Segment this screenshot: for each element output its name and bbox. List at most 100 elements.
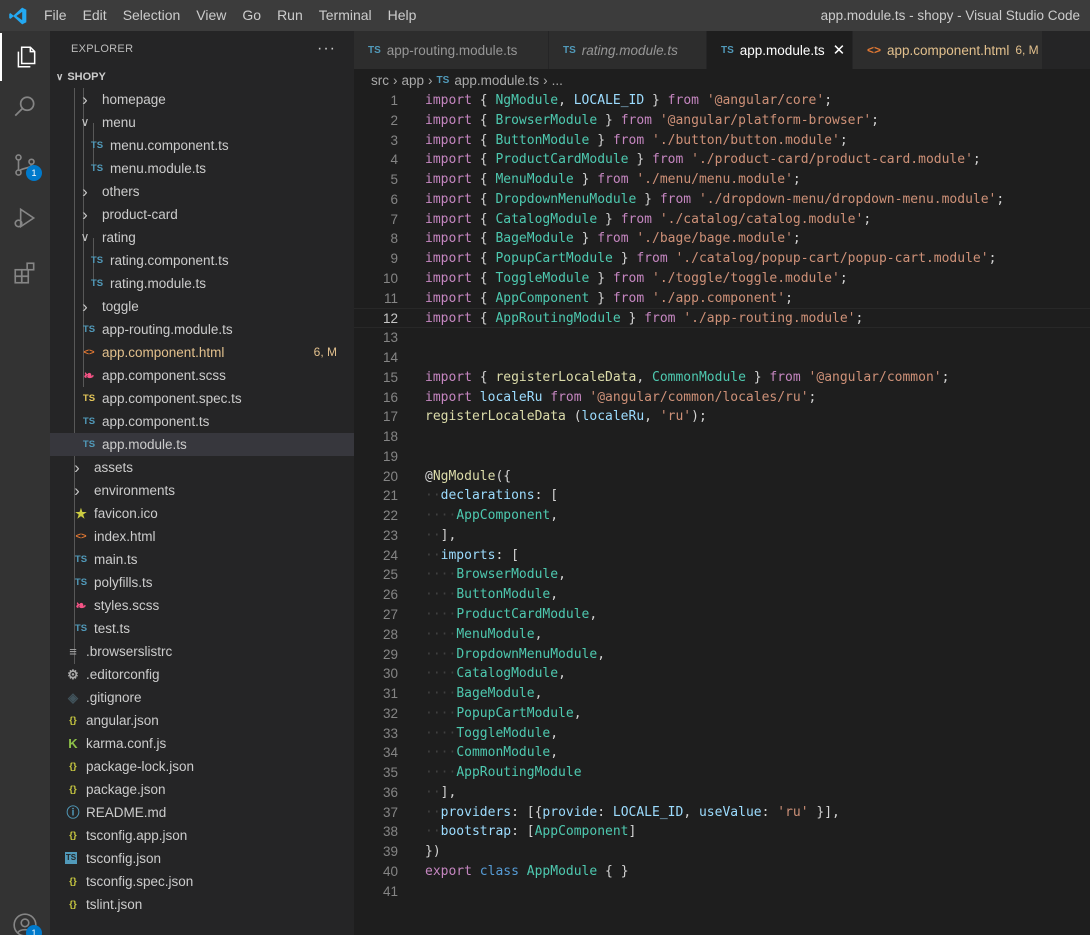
menu-go[interactable]: Go	[234, 0, 269, 31]
tree-item-environments[interactable]: › environments	[50, 479, 354, 502]
code-line[interactable]: 41	[354, 882, 1090, 902]
tree-item-tsconfig-json[interactable]: TS tsconfig.json	[50, 847, 354, 870]
breadcrumb-file[interactable]: app.module.ts	[454, 73, 539, 88]
tree-item-karma-conf-js[interactable]: Kkarma.conf.js	[50, 732, 354, 755]
code-line[interactable]: 10 import { ToggleModule } from './toggle…	[354, 269, 1090, 289]
code-line[interactable]: 27 ····ProductCardModule,	[354, 605, 1090, 625]
code-line[interactable]: 28 ····MenuModule,	[354, 625, 1090, 645]
tree-item-rating-module-ts[interactable]: TS rating.module.ts	[50, 272, 354, 295]
code-line[interactable]: 31 ····BageModule,	[354, 684, 1090, 704]
tree-item-tsconfig-app-json[interactable]: {} tsconfig.app.json	[50, 824, 354, 847]
tree-item-app-component-ts[interactable]: TS app.component.ts	[50, 410, 354, 433]
source-control-icon[interactable]: 1	[0, 141, 50, 189]
code-line[interactable]: 38 ··bootstrap: [AppComponent]	[354, 822, 1090, 842]
code-line[interactable]: 20 @NgModule({	[354, 467, 1090, 487]
code-line[interactable]: 29 ····DropdownMenuModule,	[354, 645, 1090, 665]
code-line[interactable]: 30 ····CatalogModule,	[354, 664, 1090, 684]
tree-item-app-routing-module-ts[interactable]: TS app-routing.module.ts	[50, 318, 354, 341]
explorer-icon[interactable]	[0, 33, 50, 81]
code-line[interactable]: 4 import { ProductCardModule } from './pr…	[354, 150, 1090, 170]
code-line[interactable]: 13	[354, 328, 1090, 348]
tree-item-styles-scss[interactable]: ❧ styles.scss	[50, 594, 354, 617]
tab-rating-module-ts[interactable]: TS rating.module.ts	[549, 31, 707, 69]
code-line[interactable]: 15 import { registerLocaleData, CommonMod…	[354, 368, 1090, 388]
menu-file[interactable]: File	[36, 0, 75, 31]
tab-app-routing-module-ts[interactable]: TS app-routing.module.ts	[354, 31, 549, 69]
code-line[interactable]: 23 ··],	[354, 526, 1090, 546]
code-line[interactable]: 16 import localeRu from '@angular/common/…	[354, 388, 1090, 408]
tab-app-module-ts[interactable]: TS app.module.ts ✕	[707, 31, 853, 69]
tree-item-readme-md[interactable]: ⓘ README.md	[50, 801, 354, 824]
tree-item-package-lock-json[interactable]: {} package-lock.json	[50, 755, 354, 778]
code-line[interactable]: 19	[354, 447, 1090, 467]
code-line[interactable]: 22 ····AppComponent,	[354, 506, 1090, 526]
menu-help[interactable]: Help	[380, 0, 425, 31]
code-line[interactable]: 33 ····ToggleModule,	[354, 724, 1090, 744]
more-actions-icon[interactable]: ···	[317, 40, 336, 58]
code-line[interactable]: 26 ····ButtonModule,	[354, 585, 1090, 605]
code-line[interactable]: 24 ··imports: [	[354, 546, 1090, 566]
breadcrumb-app[interactable]: app	[402, 73, 425, 88]
code-line[interactable]: 12 import { AppRoutingModule } from './ap…	[354, 308, 1090, 329]
run-debug-icon[interactable]	[0, 194, 50, 242]
code-line[interactable]: 34 ····CommonModule,	[354, 743, 1090, 763]
tree-item-app-module-ts[interactable]: TS app.module.ts	[50, 433, 354, 456]
breadcrumb-symbol[interactable]: ...	[552, 73, 563, 88]
tree-item-app-component-scss[interactable]: ❧ app.component.scss	[50, 364, 354, 387]
breadcrumb-src[interactable]: src	[371, 73, 389, 88]
vscode-logo-icon[interactable]	[0, 0, 36, 31]
menu-terminal[interactable]: Terminal	[311, 0, 380, 31]
menu-selection[interactable]: Selection	[115, 0, 189, 31]
tree-item-app-component-html[interactable]: <> app.component.html 6, M	[50, 341, 354, 364]
menu-edit[interactable]: Edit	[75, 0, 115, 31]
code-line[interactable]: 17 registerLocaleData (localeRu, 'ru');	[354, 407, 1090, 427]
workspace-section-header[interactable]: ∨ SHOPY	[50, 66, 354, 88]
tree-item-editorconfig[interactable]: ⚙ .editorconfig	[50, 663, 354, 686]
tree-item-favicon-ico[interactable]: ★ favicon.ico	[50, 502, 354, 525]
search-icon[interactable]	[0, 83, 50, 131]
tree-item-main-ts[interactable]: TS main.ts	[50, 548, 354, 571]
code-line[interactable]: 2 import { BrowserModule } from '@angular…	[354, 111, 1090, 131]
tree-item-rating-component-ts[interactable]: TS rating.component.ts	[50, 249, 354, 272]
code-line[interactable]: 3 import { ButtonModule } from './button/…	[354, 131, 1090, 151]
tree-item-tsconfig-spec-json[interactable]: {} tsconfig.spec.json	[50, 870, 354, 893]
code-line[interactable]: 40 export class AppModule { }	[354, 862, 1090, 882]
tree-item-package-json[interactable]: {} package.json	[50, 778, 354, 801]
tree-item-gitignore[interactable]: ◈ .gitignore	[50, 686, 354, 709]
code-line[interactable]: 6 import { DropdownMenuModule } from './d…	[354, 190, 1090, 210]
tree-item-homepage[interactable]: › homepage	[50, 88, 354, 111]
code-line[interactable]: 35 ····AppRoutingModule	[354, 763, 1090, 783]
tree-item-others[interactable]: › others	[50, 180, 354, 203]
menu-run[interactable]: Run	[269, 0, 311, 31]
code-line[interactable]: 25 ····BrowserModule,	[354, 565, 1090, 585]
tree-item-menu-module-ts[interactable]: TS menu.module.ts	[50, 157, 354, 180]
tree-item-menu[interactable]: ∨ menu	[50, 111, 354, 134]
code-editor[interactable]: 1 import { NgModule, LOCALE_ID } from '@a…	[354, 91, 1090, 935]
tree-item-polyfills-ts[interactable]: TS polyfills.ts	[50, 571, 354, 594]
code-line[interactable]: 36 ··],	[354, 783, 1090, 803]
code-line[interactable]: 8 import { BageModule } from './bage/bage…	[354, 229, 1090, 249]
tree-item-app-component-spec-ts[interactable]: TS app.component.spec.ts	[50, 387, 354, 410]
tree-item-test-ts[interactable]: TS test.ts	[50, 617, 354, 640]
tree-item-angular-json[interactable]: {} angular.json	[50, 709, 354, 732]
code-line[interactable]: 11 import { AppComponent } from './app.co…	[354, 289, 1090, 309]
tree-item-assets[interactable]: › assets	[50, 456, 354, 479]
tree-item-menu-component-ts[interactable]: TS menu.component.ts	[50, 134, 354, 157]
menu-view[interactable]: View	[188, 0, 234, 31]
tree-item-tslint-json[interactable]: {} tslint.json	[50, 893, 354, 916]
tree-item-index-html[interactable]: <> index.html	[50, 525, 354, 548]
code-line[interactable]: 37 ··providers: [{provide: LOCALE_ID, use…	[354, 803, 1090, 823]
tab-app-component-html[interactable]: <> app.component.html 6, M	[853, 31, 1043, 69]
tree-item-browserslistrc[interactable]: ≡ .browserslistrc	[50, 640, 354, 663]
code-line[interactable]: 18	[354, 427, 1090, 447]
code-line[interactable]: 21 ··declarations: [	[354, 486, 1090, 506]
code-line[interactable]: 14	[354, 348, 1090, 368]
code-line[interactable]: 5 import { MenuModule } from './menu/menu…	[354, 170, 1090, 190]
account-icon[interactable]: 1	[0, 901, 50, 935]
code-line[interactable]: 39})	[354, 842, 1090, 862]
code-line[interactable]: 9 import { PopupCartModule } from './cata…	[354, 249, 1090, 269]
tree-item-toggle[interactable]: › toggle	[50, 295, 354, 318]
extensions-icon[interactable]	[0, 249, 50, 297]
tree-item-product-card[interactable]: › product-card	[50, 203, 354, 226]
tree-item-rating[interactable]: ∨ rating	[50, 226, 354, 249]
